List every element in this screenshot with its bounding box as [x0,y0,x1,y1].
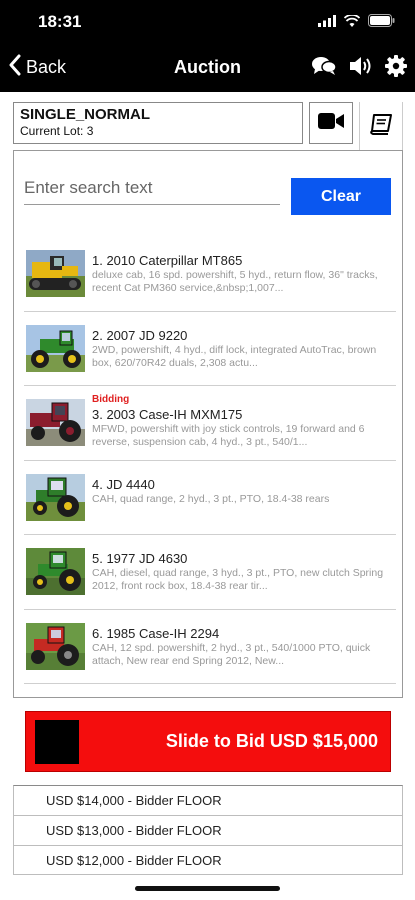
lot-title: 3. 2003 Case-IH MXM175 [92,407,243,422]
lot-list: 1. 2010 Caterpillar MT865 deluxe cab, 16… [24,237,396,684]
lot-thumbnail-red-tractor [26,399,85,446]
catalog-button[interactable] [359,102,403,150]
bid-history-row: USD $12,000 - Bidder FLOOR [46,853,222,868]
bid-history: USD $14,000 - Bidder FLOOR USD $13,000 -… [13,785,403,875]
lot-description: CAH, quad range, 2 hyd., 3 pt., PTO, 18.… [92,492,330,505]
status-bar: 18:31 [0,0,415,44]
bid-history-row: USD $14,000 - Bidder FLOOR [14,786,402,816]
lot-title: 2. 2007 JD 9220 [92,327,188,343]
speaker-icon[interactable] [349,55,373,77]
lot-title: 6. 1985 Case-IH 2294 [92,625,220,641]
nav-bar: Back Auction [0,44,415,92]
lot-item[interactable]: 6. 1985 Case-IH 2294 CAH, 12 spd. powers… [24,610,396,684]
gear-icon[interactable] [385,55,407,77]
bid-history-row: USD $13,000 - Bidder FLOOR [14,816,402,846]
sale-info: SINGLE_NORMAL Current Lot: 3 [13,102,303,144]
lot-info: 6. 1985 Case-IH 2294 CAH, 12 spd. powers… [92,626,396,668]
wifi-icon [343,14,361,32]
back-chevron-icon [8,54,22,81]
video-camera-icon [318,112,344,135]
lot-info: 5. 1977 JD 4630 CAH, diesel, quad range,… [92,551,396,593]
lot-thumbnail-red-tractor [26,622,85,670]
lot-item[interactable]: Bidding 3. 2003 Case-IH MXM175 MFWD, pow… [24,386,396,461]
lot-item[interactable]: 1. 2010 Caterpillar MT865 deluxe cab, 16… [24,237,396,312]
slide-to-bid-label: Slide to Bid USD $15,000 [165,731,378,751]
video-button[interactable] [309,102,353,144]
lot-thumbnail-tracked-tractor [26,250,85,297]
lot-item[interactable]: 2. 2007 JD 9220 2WD, powershift, 4 hyd.,… [24,312,396,386]
lot-description: deluxe cab, 16 spd. powershift, 5 hyd., … [92,269,378,294]
lot-description: CAH, diesel, quad range, 3 hyd., 3 pt., … [92,567,384,592]
lot-thumbnail-green-tractor [26,324,85,372]
sale-name: SINGLE_NORMAL [20,106,151,123]
lot-thumbnail-green-tractor [26,473,85,521]
lot-item[interactable]: 5. 1977 JD 4630 CAH, diesel, quad range,… [24,535,396,610]
lot-panel: Clear 1. 2010 Caterpillar MT865 deluxe c… [13,150,403,698]
status-icons [318,14,395,32]
current-lot: Current Lot: 3 [20,124,94,138]
lot-info: 2. 2007 JD 9220 2WD, powershift, 4 hyd.,… [92,328,396,370]
home-indicator [135,886,280,891]
clear-button[interactable]: Clear [291,178,391,215]
back-button[interactable]: Back [8,54,66,81]
search-input[interactable] [24,171,280,205]
slide-to-bid[interactable]: Slide to Bid USD $15,000 [25,711,391,772]
chat-bubbles-icon[interactable] [311,55,337,77]
lot-description: CAH, 12 spd. powershift, 2 hyd., 3 pt., … [92,641,371,667]
lot-info: 3. 2003 Case-IH MXM175 MFWD, powershift … [92,407,396,449]
book-icon [369,113,393,140]
battery-icon [368,14,395,32]
lot-description: 2WD, powershift, 4 hyd., diff lock, inte… [92,343,377,369]
lot-description: MFWD, powershift with joy stick controls… [92,423,365,448]
lot-title: 1. 2010 Caterpillar MT865 [92,253,243,268]
slide-handle[interactable] [35,720,79,764]
lot-info: 4. JD 4440 CAH, quad range, 2 hyd., 3 pt… [92,477,396,519]
lot-item[interactable]: 4. JD 4440 CAH, quad range, 2 hyd., 3 pt… [24,461,396,535]
lot-title: 5. 1977 JD 4630 [92,551,188,566]
bidding-badge: Bidding [92,394,130,405]
lot-title: 4. JD 4440 [92,476,155,492]
lot-info: 1. 2010 Caterpillar MT865 deluxe cab, 16… [92,253,396,295]
status-time: 18:31 [38,12,82,31]
back-label: Back [26,57,67,77]
lot-thumbnail-green-tractor [26,548,85,595]
cellular-signal-icon [318,14,336,32]
